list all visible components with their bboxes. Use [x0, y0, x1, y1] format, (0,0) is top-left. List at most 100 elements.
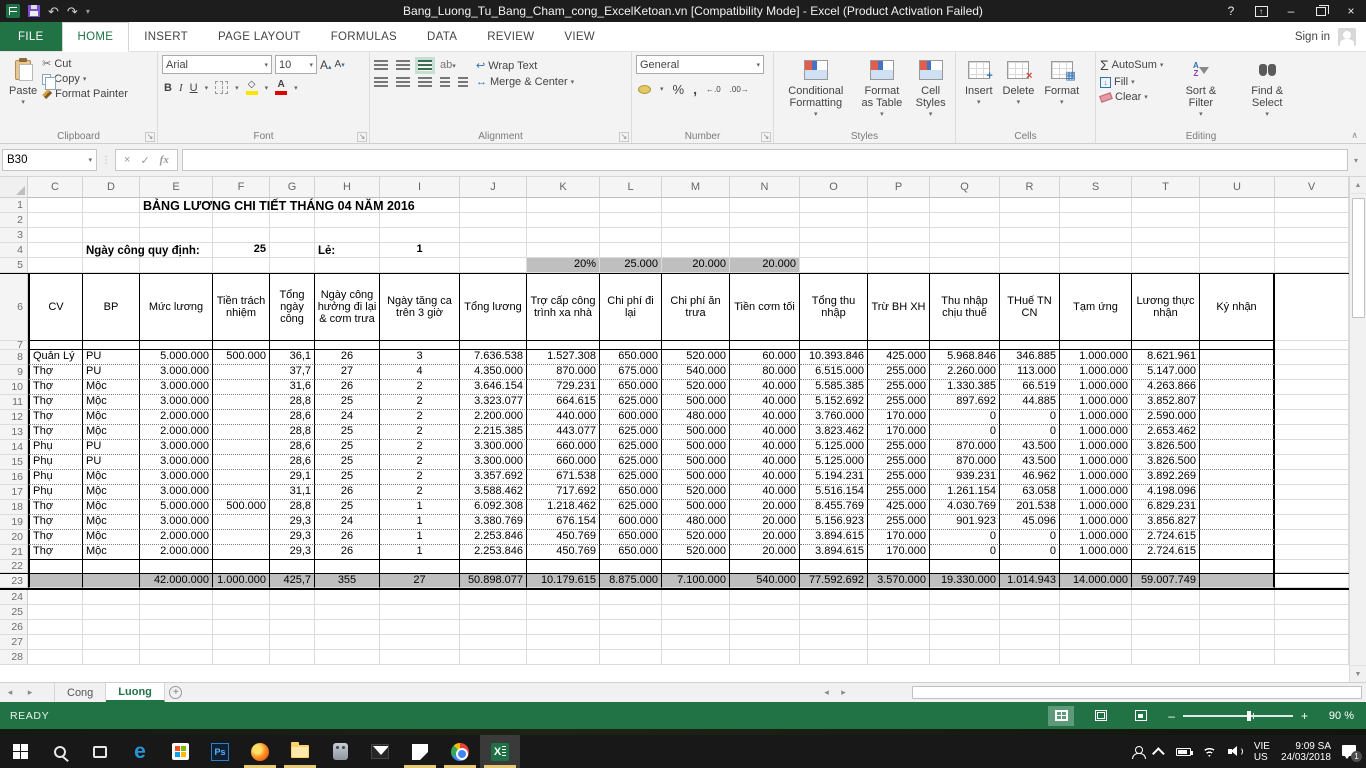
cell[interactable]: 5.194.231 [800, 470, 868, 485]
cell[interactable] [380, 635, 460, 650]
cell[interactable]: 3.852.807 [1132, 395, 1200, 410]
cell[interactable]: 500.000 [662, 500, 730, 515]
row-header-27[interactable]: 27 [0, 635, 28, 650]
cell[interactable]: 500.000 [213, 350, 270, 365]
cell[interactable] [1060, 650, 1132, 665]
cell[interactable] [315, 650, 380, 665]
cell[interactable]: 25 [315, 425, 380, 440]
cell[interactable]: 20.000 [730, 258, 800, 273]
conditional-formatting-button[interactable]: Conditional Formatting▾ [778, 55, 854, 129]
cell[interactable]: Phụ [28, 455, 83, 470]
cell[interactable] [930, 560, 1000, 573]
cell[interactable] [662, 605, 730, 620]
cell[interactable] [800, 590, 868, 605]
cell[interactable] [868, 198, 930, 213]
cell[interactable] [460, 228, 527, 243]
cell[interactable]: 443.077 [527, 425, 600, 440]
cell[interactable]: 43.500 [1000, 440, 1060, 455]
row-header-20[interactable]: 20 [0, 530, 28, 545]
cell[interactable] [800, 243, 868, 258]
cell[interactable]: 170.000 [868, 530, 930, 545]
cell[interactable] [270, 198, 315, 213]
column-header-T[interactable]: T [1132, 177, 1200, 198]
cell[interactable]: 676.154 [527, 515, 600, 530]
column-header-S[interactable]: S [1060, 177, 1132, 198]
cell[interactable]: 520.000 [662, 545, 730, 560]
cell[interactable]: 897.692 [930, 395, 1000, 410]
cell[interactable]: 500.000 [662, 440, 730, 455]
cell[interactable]: 20.000 [730, 500, 800, 515]
scroll-down-icon[interactable]: ▼ [1350, 665, 1366, 682]
cell[interactable] [380, 258, 460, 273]
cell[interactable] [1275, 590, 1349, 605]
cell[interactable] [315, 590, 380, 605]
cell[interactable] [28, 213, 83, 228]
cell[interactable]: Trợ cấp công trình xa nhà [527, 274, 600, 341]
cell[interactable] [460, 635, 527, 650]
cell[interactable]: Mộc [83, 470, 140, 485]
zoom-level[interactable]: 90 % [1322, 710, 1354, 722]
cell[interactable]: 20.000 [662, 258, 730, 273]
cell[interactable] [1275, 650, 1349, 665]
cell[interactable] [140, 243, 213, 258]
cell[interactable]: BP [83, 274, 140, 341]
cell[interactable] [315, 620, 380, 635]
cell[interactable] [1200, 341, 1275, 350]
cell[interactable]: 201.538 [1000, 500, 1060, 515]
cell[interactable] [1060, 341, 1132, 350]
align-top-button[interactable] [374, 60, 388, 71]
cell[interactable]: 1.330.385 [930, 380, 1000, 395]
cell[interactable]: 45.096 [1000, 515, 1060, 530]
row-header-2[interactable]: 2 [0, 213, 28, 228]
cell[interactable]: 255.000 [868, 365, 930, 380]
horizontal-scrollbar[interactable]: ◂ ▸ [818, 683, 1366, 702]
cell[interactable]: 2.253.846 [460, 545, 527, 560]
insert-cells-button[interactable]: + Insert▾ [960, 55, 998, 129]
cell[interactable]: 1.000.000 [1060, 350, 1132, 365]
cell[interactable]: Tổng ngày công [270, 274, 315, 341]
column-header-O[interactable]: O [800, 177, 868, 198]
cell[interactable] [380, 590, 460, 605]
cell[interactable]: 346.885 [1000, 350, 1060, 365]
people-tray-icon[interactable] [1132, 746, 1145, 758]
cell[interactable]: 5.156.923 [800, 515, 868, 530]
cell[interactable] [460, 258, 527, 273]
cell[interactable]: 500.000 [662, 395, 730, 410]
cell[interactable] [83, 228, 140, 243]
cell[interactable] [460, 650, 527, 665]
enter-icon[interactable]: ✓ [140, 154, 149, 167]
cell[interactable]: 36,1 [270, 350, 315, 365]
cell[interactable]: Mức lương [140, 274, 213, 341]
decrease-indent-button[interactable] [440, 77, 450, 88]
cell[interactable]: Chi phí đi lại [600, 274, 662, 341]
user-avatar[interactable] [1338, 28, 1356, 46]
cell[interactable]: 355 [315, 574, 380, 588]
scroll-right-icon[interactable]: ▸ [835, 687, 852, 698]
cell[interactable] [1200, 470, 1275, 485]
align-left-button[interactable] [374, 77, 388, 88]
tab-insert[interactable]: INSERT [129, 22, 203, 51]
column-header-R[interactable]: R [1000, 177, 1060, 198]
format-as-table-button[interactable]: Format as Table▾ [854, 55, 911, 129]
cell[interactable] [380, 605, 460, 620]
cell[interactable]: 40.000 [730, 380, 800, 395]
cell[interactable]: 0 [930, 545, 1000, 560]
row-header-18[interactable]: 18 [0, 500, 28, 515]
cell[interactable] [1200, 198, 1275, 213]
cell[interactable] [213, 228, 270, 243]
cell[interactable] [1275, 395, 1349, 410]
cell[interactable]: 625.000 [600, 425, 662, 440]
cell[interactable] [380, 560, 460, 573]
insert-function-icon[interactable]: fx [160, 154, 169, 166]
cell[interactable]: 2 [380, 440, 460, 455]
cell[interactable] [28, 650, 83, 665]
cell[interactable] [1200, 574, 1275, 588]
cell[interactable]: 29,3 [270, 545, 315, 560]
cell[interactable] [930, 605, 1000, 620]
cell[interactable]: 25 [315, 470, 380, 485]
tab-review[interactable]: REVIEW [472, 22, 549, 51]
cell[interactable]: 1.000.000 [1060, 395, 1132, 410]
cell[interactable] [1132, 620, 1200, 635]
cell[interactable]: 650.000 [600, 350, 662, 365]
file-explorer-app[interactable] [280, 735, 320, 768]
